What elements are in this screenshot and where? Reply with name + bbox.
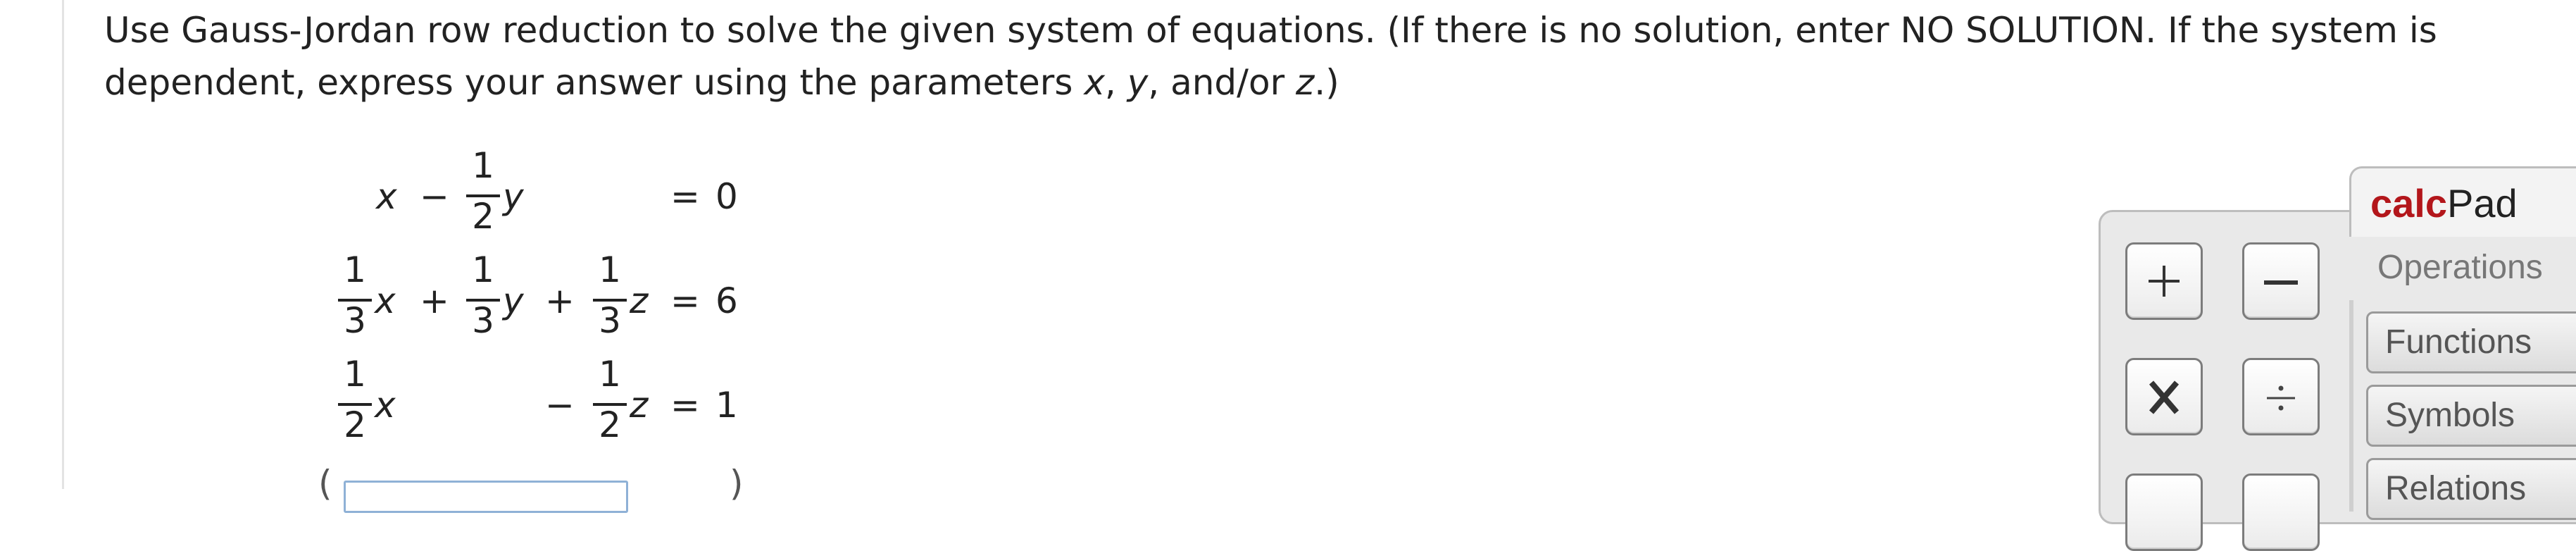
eq3-minus: − [545, 385, 575, 426]
answer-input-x[interactable] [344, 481, 628, 513]
minus-key[interactable] [2242, 242, 2320, 320]
plus-icon [2149, 266, 2180, 297]
tab-relations[interactable]: Relations [2366, 458, 2576, 520]
eq1-var-x: x [376, 176, 397, 217]
answer-open-paren: ( [318, 463, 332, 504]
question-text: Use Gauss-Jordan row reduction to solve … [104, 10, 2437, 103]
eq2-var-x: x [375, 280, 396, 321]
calc-key-row3-2[interactable] [2242, 473, 2320, 551]
times-icon [2149, 380, 2180, 414]
tab-symbols[interactable]: Symbols [2366, 385, 2576, 447]
divide-icon [2267, 385, 2295, 411]
param-z: z [1296, 62, 1315, 103]
calc-key-row3-1[interactable] [2125, 473, 2203, 551]
eq2-rhs: 6 [715, 280, 738, 321]
tab-operations[interactable]: Operations [2349, 237, 2576, 302]
divide-key[interactable] [2242, 358, 2320, 435]
calcpad-title: calcPad [2370, 181, 2518, 225]
eq3-equals: = [670, 385, 700, 426]
eq1-equals: = [670, 176, 700, 217]
param-x: x [1084, 62, 1105, 103]
answer-close-paren: ) [730, 463, 744, 504]
eq2-var-z: z [630, 280, 649, 321]
eq1-var-y: y [503, 176, 524, 217]
plus-key[interactable] [2125, 242, 2203, 320]
eq2-plus-1: + [420, 280, 449, 321]
eq3-rhs: 1 [715, 385, 738, 426]
tab-panel-edge [2349, 300, 2353, 512]
eq3-var-z: z [630, 385, 649, 426]
eq2-var-y: y [503, 280, 524, 321]
eq3-var-x: x [375, 385, 396, 426]
eq1-minus: − [420, 176, 449, 217]
times-key[interactable] [2125, 358, 2203, 435]
eq2-equals: = [670, 280, 700, 321]
param-y: y [1127, 62, 1149, 103]
minus-icon [2264, 280, 2298, 285]
tab-functions[interactable]: Functions [2366, 311, 2576, 373]
eq2-plus-2: + [545, 280, 575, 321]
content-left-border [62, 0, 64, 489]
eq1-rhs: 0 [715, 176, 738, 217]
